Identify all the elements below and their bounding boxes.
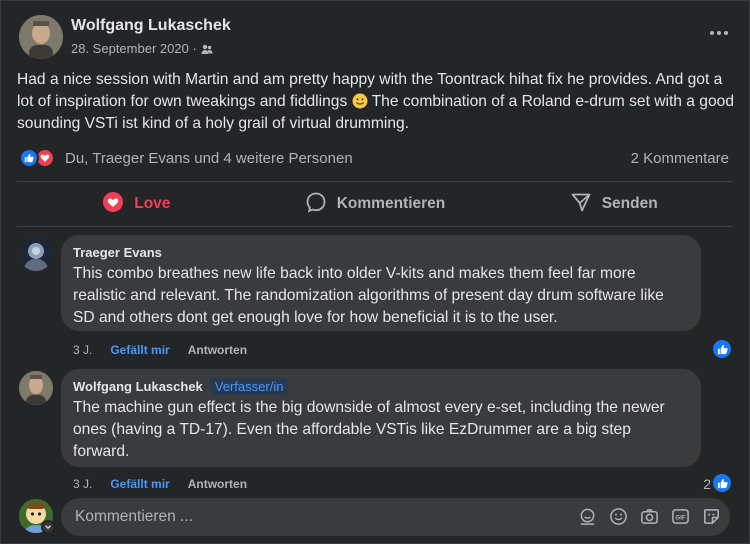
commenter-avatar[interactable] (19, 371, 53, 405)
comment-age[interactable]: 3 J. (73, 343, 92, 357)
comment-age[interactable]: 3 J. (73, 477, 92, 491)
more-options-button[interactable] (705, 23, 733, 43)
comment-footer: 3 J. Gefällt mir Antworten (73, 343, 247, 357)
comment-text: The machine gun effect is the big downsi… (73, 399, 665, 460)
comment-like-button[interactable]: Gefällt mir (110, 343, 169, 357)
commenter-name[interactable]: Traeger Evans (73, 245, 162, 260)
post-date[interactable]: 28. September 2020 · (71, 41, 197, 56)
comment-count[interactable]: 2 Kommentare (631, 150, 729, 167)
post-actions: Love Kommentieren Senden (17, 184, 733, 224)
commenter-name[interactable]: Wolfgang Lukaschek (73, 379, 203, 394)
comment-footer: 3 J. Gefällt mir Antworten (73, 477, 247, 491)
comment-reply-button[interactable]: Antworten (188, 343, 247, 357)
send-arrow-icon (570, 191, 592, 218)
comment-like-count[interactable]: 2 (703, 476, 711, 492)
commenter-avatar[interactable] (19, 237, 53, 271)
love-button-label: Love (134, 195, 171, 212)
comment-like-button[interactable]: Gefällt mir (110, 477, 169, 491)
post-meta: 28. September 2020 · (71, 41, 213, 56)
comment-like-reaction-icon[interactable] (711, 338, 733, 360)
dot-icon (717, 31, 721, 35)
reaction-icons[interactable] (19, 148, 59, 168)
comment-text: This combo breathes new life back into o… (73, 265, 664, 326)
love-button[interactable]: Love (17, 184, 256, 224)
dot-icon (724, 31, 728, 35)
camera-icon[interactable] (640, 507, 659, 526)
divider (17, 181, 733, 182)
svg-text:GIF: GIF (675, 515, 685, 522)
comment-bubble: Wolfgang Lukaschek Verfasser/in The mach… (61, 369, 701, 467)
comment-item: Traeger Evans This combo breathes new li… (17, 235, 733, 365)
smiley-emoji-icon (352, 93, 368, 109)
send-button-label: Senden (601, 195, 658, 212)
dot-icon (710, 31, 714, 35)
divider (17, 226, 733, 227)
emoji-icon[interactable] (609, 507, 628, 526)
like-reaction-icon (19, 148, 39, 168)
reaction-names[interactable]: Du, Traeger Evans und 4 weitere Personen (65, 150, 353, 167)
author-badge: Verfasser/in (210, 377, 288, 395)
gif-icon[interactable]: GIF (671, 507, 690, 526)
send-button[interactable]: Senden (494, 184, 733, 224)
post-card: Wolfgang Lukaschek 28. September 2020 · … (0, 0, 750, 544)
comment-reply-button[interactable]: Antworten (188, 477, 247, 491)
sticker-icon[interactable] (702, 507, 721, 526)
comment-name-row: Wolfgang Lukaschek Verfasser/in (73, 377, 689, 395)
account-switch-chevron-icon[interactable] (41, 520, 55, 534)
compose-toolbar: GIF (578, 507, 721, 526)
post-text: Had a nice session with Martin and am pr… (17, 69, 735, 135)
reactions-summary: Du, Traeger Evans und 4 weitere Personen… (17, 147, 733, 169)
post-header: Wolfgang Lukaschek 28. September 2020 · (17, 13, 733, 63)
comment-button-label: Kommentieren (336, 195, 446, 212)
comment-button[interactable]: Kommentieren (256, 184, 495, 224)
comment-bubble-icon (305, 191, 327, 218)
comment-item: Wolfgang Lukaschek Verfasser/in The mach… (17, 369, 733, 494)
comment-name-row: Traeger Evans (73, 243, 689, 261)
comment-bubble: Traeger Evans This combo breathes new li… (61, 235, 701, 331)
audience-friends-icon (201, 43, 213, 55)
comment-like-reaction-icon[interactable] (711, 472, 733, 494)
author-avatar[interactable] (19, 15, 63, 59)
avatar-sticker-icon[interactable] (578, 507, 597, 526)
post-author-name[interactable]: Wolfgang Lukaschek (71, 17, 231, 35)
love-heart-icon (102, 191, 124, 218)
